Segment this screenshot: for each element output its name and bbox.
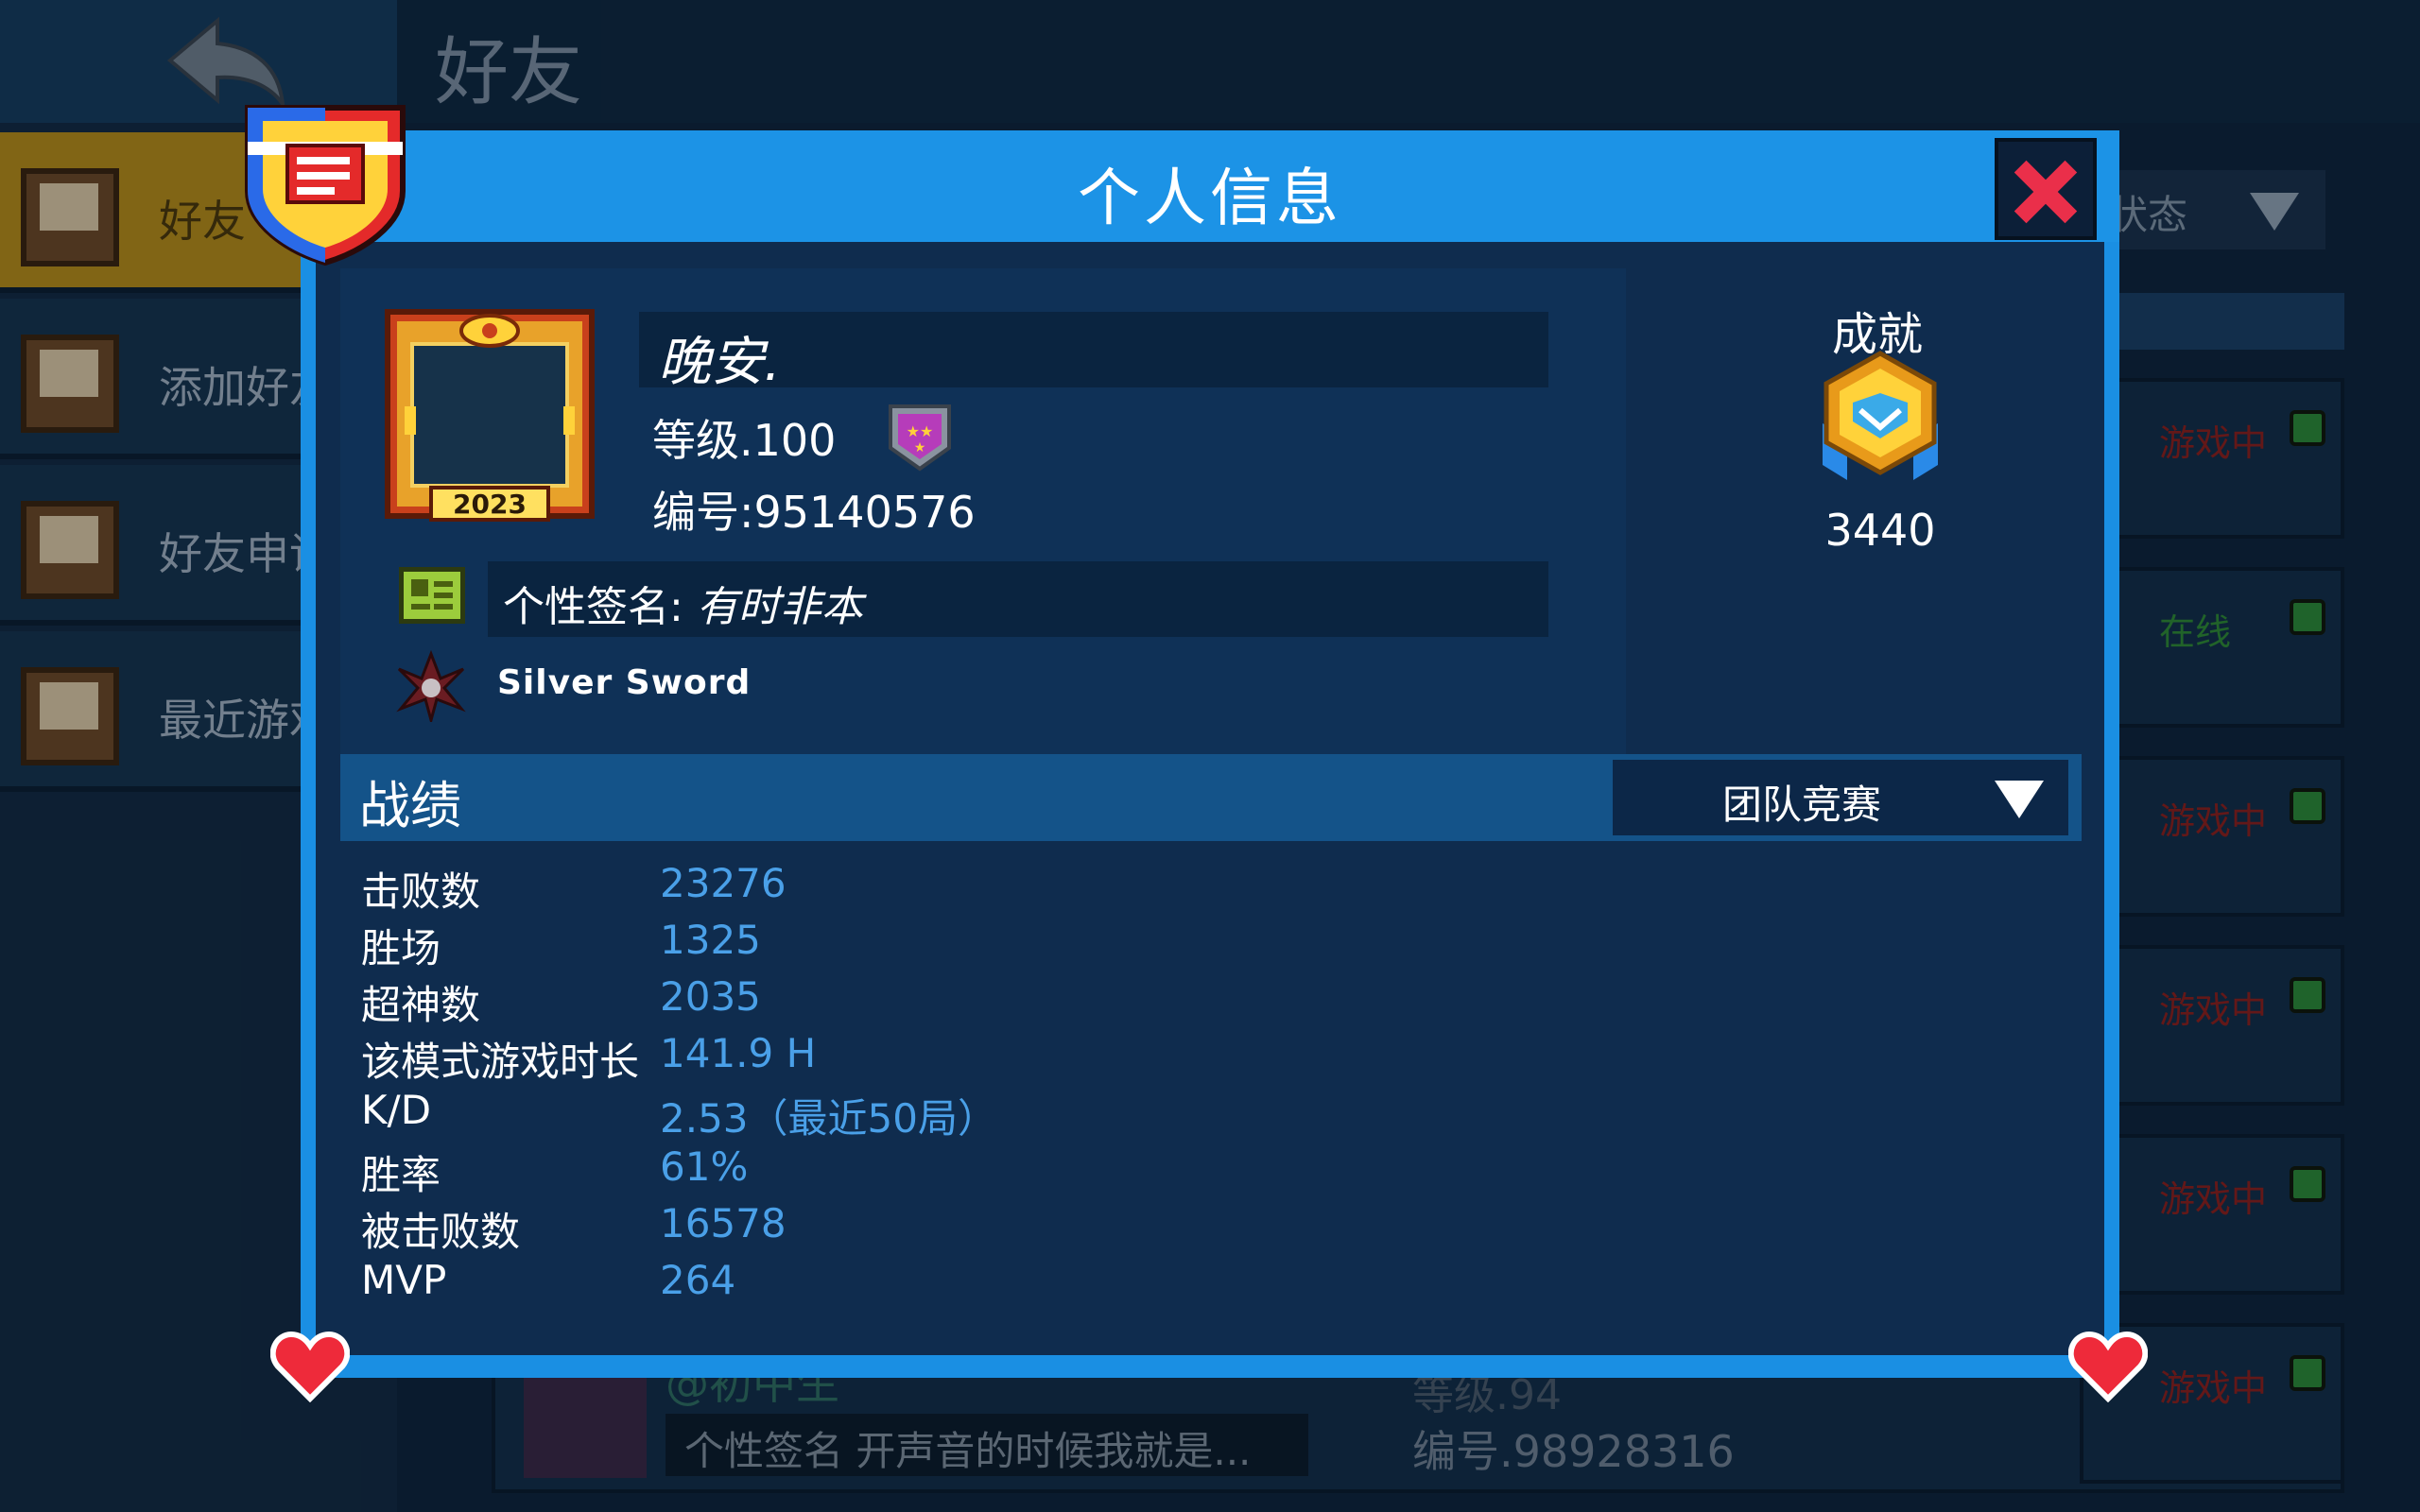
stat-value: 1325 [660,917,761,963]
player-id: 编号:95140576 [652,487,976,538]
dialog-body: 2023 晚安. 等级.100 ★★ ★ 编号:95140576 个性签名: 有… [316,242,2104,1355]
achievement-count: 3440 [1824,505,1936,556]
avatar-frame[interactable]: 2023 [378,302,601,525]
dialog-title: 个人信息 [1078,162,1342,234]
signature-text: 个性签名: 有时非本 [503,573,863,633]
stats-header: 战绩 团队竞赛 [340,754,2082,841]
stat-value: 61% [660,1143,749,1190]
player-name: 晚安. [658,332,781,393]
profile-dialog: 个人信息 2023 晚安. 等级.100 ★★ ★ 编号:95140576 个性… [301,130,2119,1378]
frame-year: 2023 [453,489,527,520]
signature-value: 有时非本 [696,583,863,631]
stat-row: 该模式游戏时长 141.9 H [340,1028,2082,1085]
stat-value: 16578 [660,1200,786,1246]
stat-label: K/D [361,1087,432,1133]
stat-label: 被击败数 [361,1209,521,1255]
profile-card: 2023 晚安. 等级.100 ★★ ★ 编号:95140576 个性签名: 有… [340,268,1626,754]
stat-row: K/D 2.53（最近50局） [340,1085,2082,1142]
stat-row: 被击败数 16578 [340,1198,2082,1255]
svg-text:★★: ★★ [907,422,934,440]
stat-label: 该模式游戏时长 [361,1039,640,1085]
stat-row: 超神数 2035 [340,971,2082,1028]
stat-label: 胜率 [361,1152,441,1198]
player-level: 等级.100 [652,415,837,466]
stat-row: 胜场 1325 [340,915,2082,971]
game-mode-value: 团队竞赛 [1721,782,1881,828]
signature-icon [399,567,465,624]
heart-icon [270,1331,350,1402]
game-mode-dropdown[interactable]: 团队竞赛 [1613,760,2068,835]
close-button[interactable] [1995,138,2097,240]
player-name-bar: 晚安. [639,312,1548,393]
stat-value: 264 [660,1257,736,1303]
clan-name: Silver Sword [497,663,752,702]
stat-row: 胜率 61% [340,1142,2082,1198]
achievement-badge-icon[interactable] [1809,348,1951,490]
game-screen: 好友 好友 添加好友 好友申请 最近游戏 状态 游戏中 在线 游戏中 游戏中 游… [0,0,2420,1512]
stats-title: 战绩 [359,776,461,835]
stat-label: 超神数 [361,982,481,1028]
stat-value: 2035 [660,973,761,1020]
profile-shield-icon [245,105,406,266]
dialog-header: 个人信息 [301,130,2119,242]
heart-icon [2068,1331,2148,1402]
stat-label: MVP [361,1257,447,1303]
stat-value: 141.9 H [660,1030,817,1076]
signature-bar: 个性签名: 有时非本 [488,561,1548,637]
stat-value: 23276 [660,860,786,906]
stat-value: 2.53（最近50局） [660,1095,997,1142]
chevron-down-icon [1995,781,2044,818]
stat-row: MVP 264 [340,1255,2082,1312]
rank-badge-icon: ★★ ★ [889,404,951,472]
clan-emblem-icon [396,650,466,722]
stats-table: 击败数 23276 胜场 1325 超神数 2035 该模式游戏时长 141.9… [340,841,2082,1342]
stat-row: 击败数 23276 [340,858,2082,915]
svg-text:★: ★ [914,440,926,455]
stat-label: 击败数 [361,868,481,915]
stat-label: 胜场 [361,925,441,971]
signature-label: 个性签名: [503,583,697,631]
